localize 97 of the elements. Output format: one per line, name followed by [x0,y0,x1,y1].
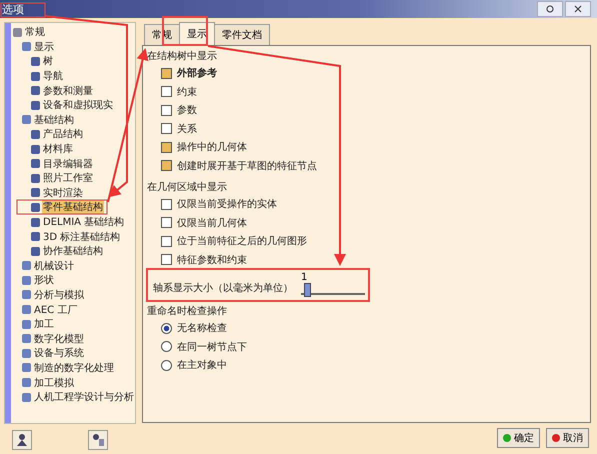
tree-item[interactable]: 参数和测量 [42,84,94,98]
checkbox-label: 仅限当前几何体 [177,216,247,230]
checkbox[interactable] [161,68,172,79]
slider-track[interactable] [301,283,365,295]
tab[interactable]: 零件文档 [214,24,270,45]
checkbox[interactable] [161,123,172,134]
tree-item[interactable]: AEC 工厂 [33,302,78,317]
tree-item[interactable]: 导航 [42,69,64,84]
window-title: 选项 [2,2,24,16]
tree-node-icon [31,72,40,81]
tree-node-icon [31,86,40,96]
radio-label: 无名称检查 [177,322,227,336]
tree-item[interactable]: DELMIA 基础结构 [42,215,126,230]
checkbox[interactable] [161,104,172,116]
tree-node-icon [22,290,31,300]
tree-item[interactable]: 协作基础结构 [42,244,104,258]
close-icon [574,5,582,13]
radio-button[interactable] [161,360,172,371]
slider-label: 轴系显示大小（以毫米为单位） [153,282,293,295]
tree-node-icon [31,130,40,139]
radio-button[interactable] [161,322,172,334]
tree-node-icon [22,392,31,402]
radio-label: 在主对象中 [177,358,227,372]
checkbox-label: 参数 [177,104,197,118]
tree-node-icon [31,246,40,256]
checkbox[interactable] [161,160,172,172]
tree-node-icon [31,100,40,110]
tree-item[interactable]: 3D 标注基础结构 [42,230,122,244]
checkbox[interactable] [161,217,172,228]
tree-item[interactable]: 制造的数字化处理 [33,360,115,375]
checkbox-label: 创建时展开基于草图的特征节点 [177,160,317,173]
group-title: 重命名时检查操作 [147,304,228,319]
tree-item[interactable]: 数字化模型 [33,332,85,346]
tree-node-icon [31,232,40,242]
tree-node-icon [31,188,40,198]
tree-node-icon [31,218,40,227]
toolbar-button[interactable] [12,430,32,450]
tree-item[interactable]: 照片工作室 [42,171,94,186]
tree-node-icon [22,305,31,314]
annotation-box [162,16,208,46]
tree-item[interactable]: 人机工程学设计与分析 [33,390,135,404]
tree-item[interactable]: 加工 [33,317,55,332]
checkbox[interactable] [161,142,172,153]
checkbox-label: 仅限当前受操作的实体 [177,198,277,212]
checkbox-label: 关系 [177,122,197,136]
tree-node-icon [13,28,22,37]
tree-item[interactable]: 分析与模拟 [33,288,85,302]
close-button[interactable] [565,1,591,17]
checkbox-label: 位于当前特征之后的几何图形 [177,234,307,248]
slider-thumb[interactable] [304,283,312,297]
tree-item[interactable]: 设备与系统 [33,346,85,360]
tree-item[interactable]: 材料库 [42,142,74,156]
tree-node-icon [31,159,40,168]
tree-node-icon [31,56,40,66]
tree-item[interactable]: 设备和虚拟现实 [42,98,114,112]
tree-item[interactable]: 树 [42,54,54,68]
tree-item[interactable]: 机械设计 [33,258,75,273]
ok-button[interactable]: 确定 [497,428,540,448]
checkbox[interactable] [161,198,172,210]
tree-node-icon [22,348,31,358]
group-title: 在几何区域中显示 [147,180,228,195]
tree-node-icon [31,202,40,212]
tree-node-icon [22,378,31,388]
tree-item[interactable]: 目录编辑器 [42,156,94,171]
tree-node-icon [22,363,31,372]
checkbox[interactable] [161,254,172,266]
tree-item[interactable]: 产品结构 [42,127,84,142]
radio-label: 在同一树节点下 [177,340,247,354]
tree-node-icon [22,320,31,329]
tree-node-icon [22,261,31,270]
tree-node-icon [31,144,40,154]
cancel-button[interactable]: 取消 [546,428,589,448]
scrollbar[interactable] [5,23,11,423]
tree-node-icon [22,115,31,124]
annotation-box [0,2,46,18]
tree-node-icon [31,174,40,183]
checkbox-label: 外部参考 [177,66,217,80]
tree-item[interactable]: 形状 [33,273,55,288]
checkbox-label: 特征参数和约束 [177,254,247,267]
tree-item[interactable]: 基础结构 [33,112,75,127]
checkbox[interactable] [161,236,172,247]
help-button[interactable] [537,1,563,17]
tree-item[interactable]: 加工模拟 [33,376,75,390]
tree-item[interactable]: 实时渲染 [42,186,84,200]
toolbar-button[interactable] [88,430,108,450]
tree-node-icon [22,276,31,285]
tree-item[interactable]: 常规 [24,25,46,40]
slider-reading: 1 [301,272,308,283]
group-title: 在结构树中显示 [147,50,218,64]
tree-node-icon [22,334,31,344]
checkbox-label: 约束 [177,86,197,99]
checkbox-label: 操作中的几何体 [177,140,247,154]
tree-item[interactable]: 显示 [33,40,55,54]
tree-item[interactable]: 零件基础结构 [42,200,104,214]
radio-button[interactable] [161,341,172,352]
checkbox[interactable] [161,86,172,98]
tree-node-icon [22,42,31,52]
